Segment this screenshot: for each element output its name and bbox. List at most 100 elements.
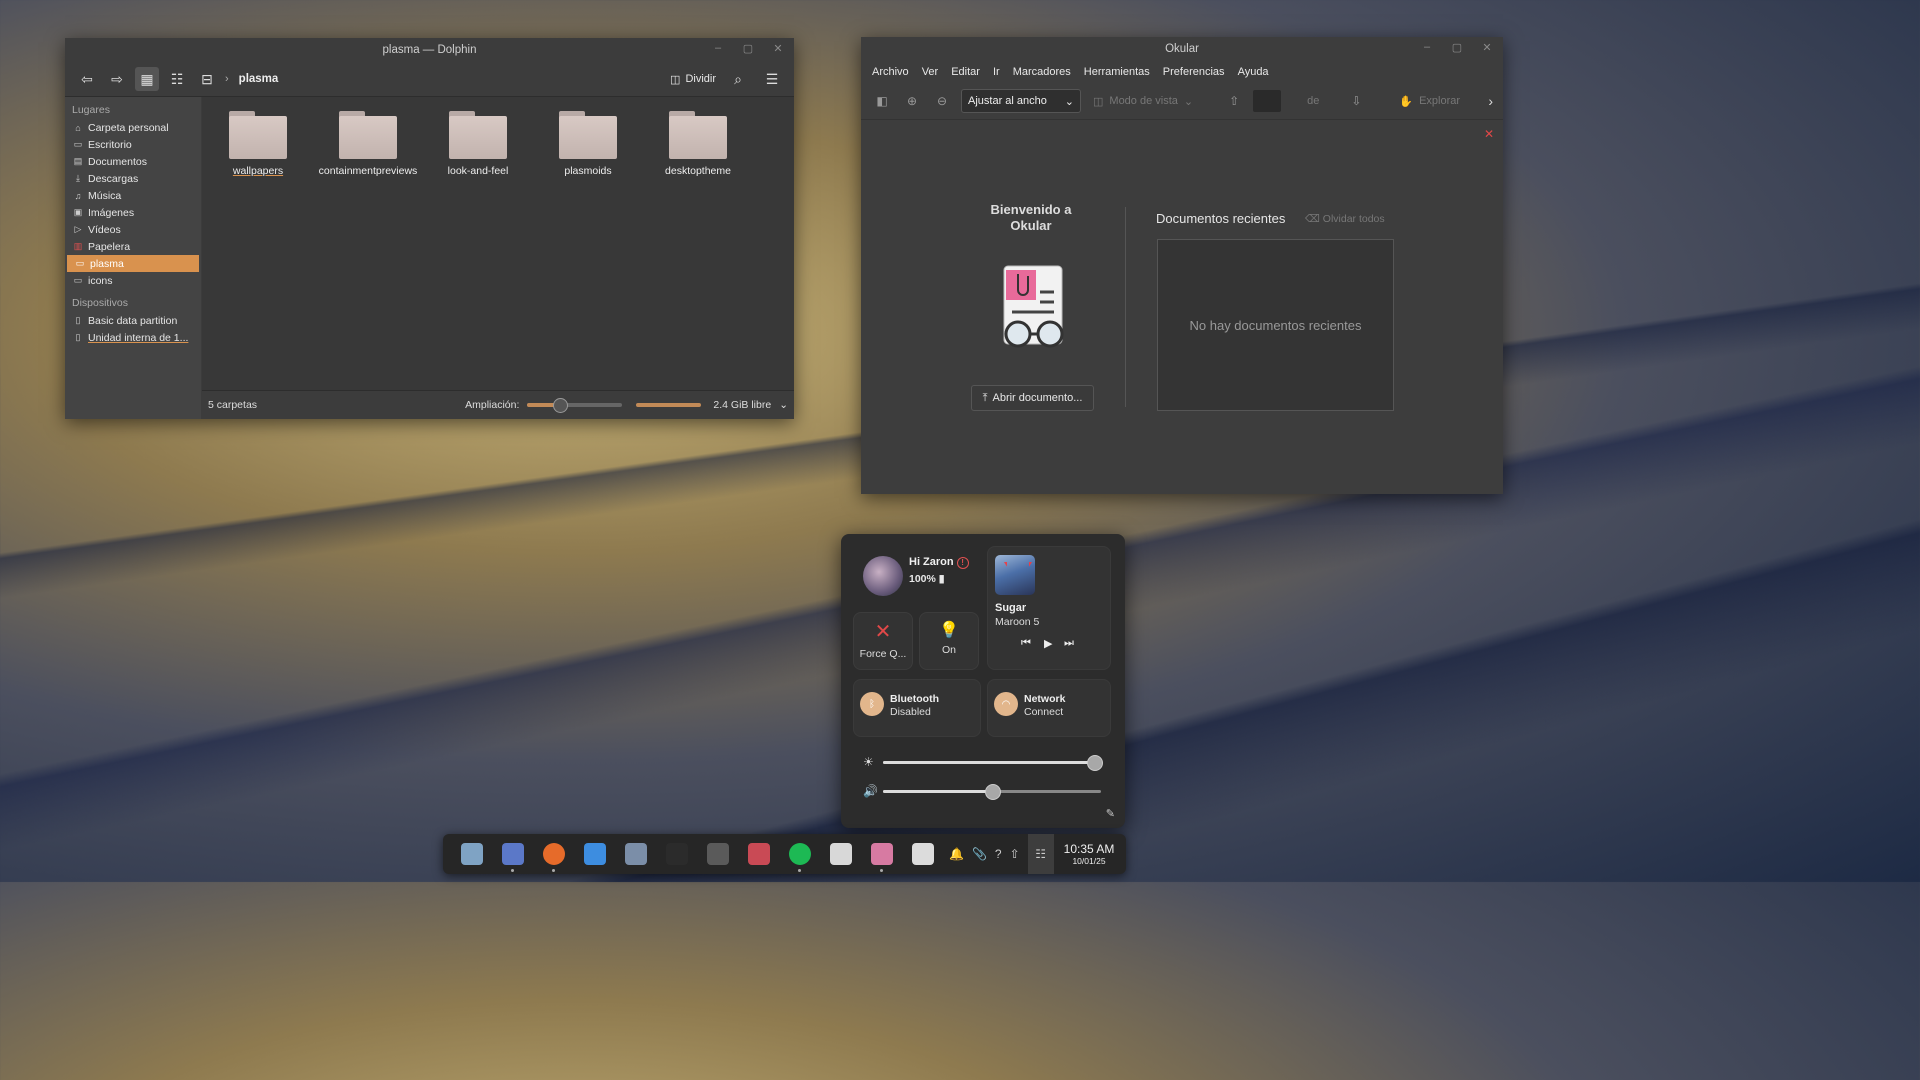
kate-icon bbox=[829, 843, 852, 865]
sidebar-item-downloads[interactable]: ⤓ Descargas bbox=[65, 170, 201, 187]
sidebar-item-desktop[interactable]: ▭ Escritorio bbox=[65, 136, 201, 153]
next-page-icon[interactable]: ⇩ bbox=[1345, 90, 1367, 112]
document-viewer-icon bbox=[747, 843, 770, 865]
folder-label: containmentpreviews bbox=[318, 165, 418, 177]
system-tray: 🔔 📎 ? ⇧ ☷ bbox=[949, 834, 1054, 874]
previous-track-icon[interactable]: ⏮ bbox=[1021, 637, 1031, 650]
updates-icon[interactable]: ⇧ bbox=[1010, 847, 1020, 861]
taskbar-app-firefox[interactable] bbox=[533, 834, 574, 874]
sidebar-item-plasma[interactable]: ▭ plasma bbox=[67, 255, 199, 272]
close-icon[interactable]: ✕ bbox=[1484, 127, 1494, 141]
menu-icon[interactable]: ☰ bbox=[760, 67, 784, 91]
network-tile[interactable]: ◠ Network Connect bbox=[987, 679, 1111, 737]
menu-ver[interactable]: Ver bbox=[922, 66, 946, 78]
zoom-out-icon[interactable]: ⊖ bbox=[931, 90, 953, 112]
brightness-slider[interactable] bbox=[883, 755, 1103, 771]
chevron-down-icon[interactable]: ⌄ bbox=[779, 399, 788, 411]
menu-ayuda[interactable]: Ayuda bbox=[1238, 66, 1276, 78]
sidebar-item-partition[interactable]: ▯ Basic data partition bbox=[65, 312, 201, 329]
clipboard-icon[interactable]: 📎 bbox=[972, 847, 987, 861]
taskbar-app-spotify[interactable] bbox=[779, 834, 820, 874]
sidebar-item-images[interactable]: ▣ Imágenes bbox=[65, 204, 201, 221]
menu-ir[interactable]: Ir bbox=[993, 66, 1007, 78]
zoom-slider-handle[interactable] bbox=[553, 398, 569, 413]
zoom-combo[interactable]: Ajustar al ancho ⌄ bbox=[961, 89, 1081, 113]
taskbar-app-okular[interactable] bbox=[861, 834, 902, 874]
divider bbox=[1125, 207, 1126, 407]
browse-button[interactable]: ✋ Explorar bbox=[1399, 95, 1460, 108]
close-icon[interactable]: ✕ bbox=[1479, 41, 1495, 54]
taskbar-app-system-monitor[interactable] bbox=[697, 834, 738, 874]
tree-view-icon[interactable]: ⊟ bbox=[195, 67, 219, 91]
maximize-icon[interactable]: ▢ bbox=[1449, 41, 1465, 54]
taskbar-app-kate[interactable] bbox=[820, 834, 861, 874]
force-quit-tile[interactable]: ✕ Force Q... bbox=[853, 612, 913, 670]
details-view-icon[interactable]: ☷ bbox=[165, 67, 189, 91]
download-icon: ⤓ bbox=[76, 173, 80, 183]
zoom-in-icon[interactable]: ⊕ bbox=[901, 90, 923, 112]
menu-marcadores[interactable]: Marcadores bbox=[1013, 66, 1078, 78]
search-icon[interactable]: ⌕ bbox=[726, 67, 750, 91]
sidebar-item-videos[interactable]: ▷ Vídeos bbox=[65, 221, 201, 238]
song-title: Sugar bbox=[995, 602, 1027, 614]
folder-item[interactable]: look-and-feel bbox=[428, 111, 528, 177]
sidebar-item-home[interactable]: ⌂ Carpeta personal bbox=[65, 119, 201, 136]
control-center-toggle-icon[interactable]: ☷ bbox=[1027, 834, 1054, 874]
breadcrumb[interactable]: plasma bbox=[239, 73, 279, 85]
folder-item[interactable]: containmentpreviews bbox=[318, 111, 418, 177]
brightness-slider-handle[interactable] bbox=[1087, 755, 1103, 771]
minimize-icon[interactable]: ‒ bbox=[710, 42, 726, 55]
taskbar-app-app-launcher[interactable] bbox=[451, 834, 492, 874]
taskbar-app-screenshot[interactable] bbox=[615, 834, 656, 874]
minimize-icon[interactable]: ‒ bbox=[1419, 41, 1435, 54]
folder-item[interactable]: plasmoids bbox=[538, 111, 638, 177]
menu-archivo[interactable]: Archivo bbox=[872, 66, 916, 78]
volume-slider-handle[interactable] bbox=[985, 784, 1001, 800]
okular-titlebar[interactable]: Okular ‒ ▢ ✕ bbox=[861, 37, 1503, 61]
taskbar-app-text-editor[interactable] bbox=[902, 834, 943, 874]
notifications-icon[interactable]: 🔔 bbox=[949, 847, 964, 861]
sidebar-item-music[interactable]: ♫ Música bbox=[65, 187, 201, 204]
menu-herramientas[interactable]: Herramientas bbox=[1084, 66, 1157, 78]
volume-slider[interactable] bbox=[883, 784, 1101, 800]
folder-item[interactable]: desktoptheme bbox=[648, 111, 748, 177]
sidebar-item-trash[interactable]: ▥ Papelera bbox=[65, 238, 201, 255]
bluetooth-tile[interactable]: ᛒ Bluetooth Disabled bbox=[853, 679, 981, 737]
taskbar-app-terminal[interactable] bbox=[656, 834, 697, 874]
previous-page-icon[interactable]: ⇧ bbox=[1223, 90, 1245, 112]
taskbar-app-desktop-switcher[interactable] bbox=[492, 834, 533, 874]
folder-icon bbox=[669, 111, 727, 159]
avatar[interactable] bbox=[863, 556, 903, 596]
forward-icon[interactable]: ⇨ bbox=[105, 67, 129, 91]
split-button[interactable]: ◫ Dividir bbox=[670, 73, 716, 86]
taskbar-app-discover[interactable] bbox=[574, 834, 615, 874]
clock[interactable]: 10:35 AM 10/01/25 bbox=[1064, 842, 1115, 866]
taskbar-app-document-viewer[interactable] bbox=[738, 834, 779, 874]
folder-item[interactable]: wallpapers bbox=[208, 111, 308, 177]
open-document-button[interactable]: ⤒ Abrir documento... bbox=[971, 385, 1094, 411]
back-icon[interactable]: ⇦ bbox=[75, 67, 99, 91]
edit-icon[interactable]: ✎ bbox=[1106, 807, 1115, 820]
light-toggle-tile[interactable]: 💡 On bbox=[919, 612, 979, 670]
page-number-input[interactable] bbox=[1253, 90, 1282, 112]
icons-view-icon[interactable]: ▦ bbox=[135, 67, 159, 91]
free-space[interactable]: 2.4 GiB libre bbox=[713, 399, 771, 411]
folder-view[interactable]: wallpapers containmentpreviews look-and-… bbox=[202, 97, 794, 391]
zoom-slider[interactable] bbox=[527, 398, 623, 413]
maximize-icon[interactable]: ▢ bbox=[740, 42, 756, 55]
view-mode-button[interactable]: ◫ Modo de vista ⌄ bbox=[1093, 95, 1193, 108]
forget-all-button[interactable]: ⌫ Olvidar todos bbox=[1305, 213, 1385, 225]
sidebar-toggle-icon[interactable]: ◧ bbox=[871, 90, 893, 112]
help-icon[interactable]: ? bbox=[995, 847, 1002, 861]
close-icon[interactable]: ✕ bbox=[770, 42, 786, 55]
menu-editar[interactable]: Editar bbox=[951, 66, 987, 78]
chevron-right-icon[interactable]: › bbox=[1488, 93, 1493, 109]
sidebar-item-documents[interactable]: ▤ Documentos bbox=[65, 153, 201, 170]
next-track-icon[interactable]: ⏭ bbox=[1064, 637, 1074, 650]
menu-preferencias[interactable]: Preferencias bbox=[1163, 66, 1232, 78]
dolphin-titlebar[interactable]: plasma — Dolphin ‒ ▢ ✕ bbox=[65, 38, 794, 62]
play-icon[interactable]: ▶ bbox=[1044, 637, 1052, 650]
desktop-switcher-icon bbox=[501, 843, 524, 865]
sidebar-item-icons[interactable]: ▭ icons bbox=[65, 272, 201, 289]
sidebar-item-internal-drive[interactable]: ▯ Unidad interna de 1... bbox=[65, 329, 201, 346]
